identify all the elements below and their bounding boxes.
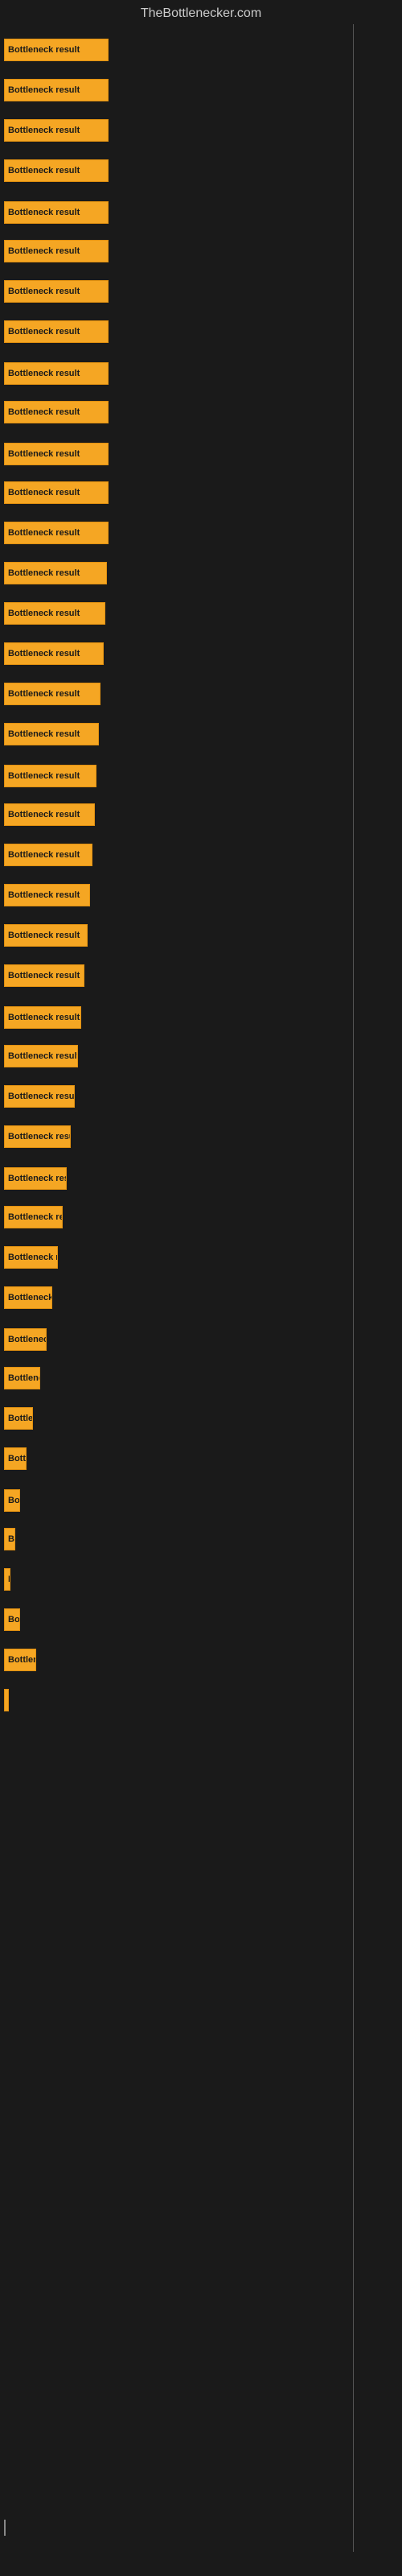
bar-label: Bottleneck result <box>8 890 80 900</box>
bar-item: Bottleneck result <box>4 481 109 504</box>
bar-item: Bottleneck result <box>4 642 104 665</box>
bar-label: Bottleneck result <box>8 1293 52 1302</box>
site-title: TheBottlenecker.com <box>0 0 402 24</box>
bar-item: Bottleneck result <box>4 362 109 385</box>
bar-item: Bottleneck result <box>4 1447 27 1470</box>
bar-label: Bottleneck result <box>8 126 80 135</box>
bar-label: Bottleneck result <box>8 609 80 618</box>
bar-label: Bottleneck result <box>8 1212 63 1222</box>
bar-label: Bottleneck result <box>8 1454 27 1463</box>
bar-label: Bottleneck result <box>8 85 80 95</box>
bar-label: Bottleneck result <box>8 1373 40 1383</box>
bar-item: Bottleneck result <box>4 39 109 61</box>
bar-label: Bottleneck result <box>8 208 80 217</box>
bar-item: Bottleneck result <box>4 119 109 142</box>
bar-item: Bottleneck result <box>4 1528 15 1550</box>
bar-item: Bottleneck result <box>4 1246 58 1269</box>
bar-item: Bottleneck result <box>4 1125 71 1148</box>
bar-item: Bottleneck result <box>4 803 95 826</box>
bar-item: Bottleneck result <box>4 1206 63 1228</box>
bar-label: Bottleneck result <box>8 568 80 578</box>
bar-label: Bottleneck result <box>8 449 80 459</box>
bar-item: Bottleneck result <box>4 964 84 987</box>
bar-item: Bottleneck result <box>4 1367 40 1389</box>
axis-line <box>353 24 354 2552</box>
bar-label: Bottleneck result <box>8 327 80 336</box>
bar-label: Bottleneck result <box>8 407 80 417</box>
bar-label: Bottleneck result <box>8 1496 20 1505</box>
bar-item: Bottleneck result <box>4 320 109 343</box>
bar-label: Bottleneck result <box>8 1092 75 1101</box>
bar-item: Bottleneck result <box>4 1649 36 1671</box>
bar-label: Bottleneck result <box>8 649 80 658</box>
bar-label: Bottleneck result <box>8 287 80 296</box>
bar-item: Bottleneck result <box>4 844 92 866</box>
bar-item: Bottleneck result <box>4 683 100 705</box>
bar-label: Bottleneck result <box>8 1615 20 1624</box>
chart-area: Bottleneck result Bottleneck result Bottle… <box>0 24 402 2552</box>
bar-label: Bottleneck result <box>8 1575 10 1584</box>
bar-item: Bottleneck result <box>4 884 90 906</box>
bar-item: Bottleneck result <box>4 159 109 182</box>
bar-item: Bottleneck result <box>4 924 88 947</box>
bar-item: Bottleneck result <box>4 723 99 745</box>
bar-item: Bottleneck result <box>4 401 109 423</box>
bar-label: Bottleneck result <box>8 971 80 980</box>
bar-item: Bottleneck result <box>4 280 109 303</box>
bar-label: Bottleneck result <box>8 1013 80 1022</box>
bar-item: Bottleneck result <box>4 1407 33 1430</box>
bar-item: Bottleneck result <box>4 1167 67 1190</box>
bar-item: Bottleneck result <box>4 1689 9 1711</box>
bar-label: Bottleneck result <box>8 1132 71 1141</box>
bar-item: Bottleneck result <box>4 201 109 224</box>
bar-label: Bottleneck result <box>8 1051 78 1061</box>
bar-label: Bottleneck result <box>8 369 80 378</box>
bar-item: Bottleneck result <box>4 602 105 625</box>
bar-label: Bottleneck result <box>8 246 80 256</box>
bar-label: Bottleneck result <box>8 771 80 781</box>
bar-label: Bottleneck result <box>8 1335 47 1344</box>
bar-label: Bottleneck result <box>8 1174 67 1183</box>
bar-item: Bottleneck result <box>4 765 96 787</box>
bar-label: Bottleneck result <box>8 1534 15 1544</box>
bar-label: Bottleneck result <box>8 1253 58 1262</box>
bar-item: Bottleneck result <box>4 1006 81 1029</box>
bar-item: Bottleneck result <box>4 562 107 584</box>
bar-item: Bottleneck result <box>4 1568 10 1591</box>
bar-item: Bottleneck result <box>4 522 109 544</box>
bar-label: Bottleneck result <box>8 45 80 55</box>
bar-item: Bottleneck result <box>4 79 109 101</box>
bar-item: Bottleneck result <box>4 240 109 262</box>
bar-label: Bottleneck result <box>8 810 80 819</box>
bar-label: Bottleneck result <box>8 1695 9 1705</box>
bar-item: Bottleneck result <box>4 1489 20 1512</box>
bar-label: Bottleneck result <box>8 931 80 940</box>
bar-label: Bottleneck result <box>8 689 80 699</box>
bar-item: Bottleneck result <box>4 1608 20 1631</box>
bar-item: Bottleneck result <box>4 1286 52 1309</box>
bar-item: Bottleneck result <box>4 1045 78 1067</box>
bar-label: Bottleneck result <box>8 1655 36 1665</box>
bar-label: Bottleneck result <box>8 488 80 497</box>
bar-label: Bottleneck result <box>8 1414 33 1423</box>
bar-item: Bottleneck result <box>4 1085 75 1108</box>
bottom-area <box>4 2520 6 2536</box>
bar-label: Bottleneck result <box>8 850 80 860</box>
bar-label: Bottleneck result <box>8 166 80 175</box>
bar-label: Bottleneck result <box>8 729 80 739</box>
bar-label: Bottleneck result <box>8 528 80 538</box>
bar-item: Bottleneck result <box>4 1328 47 1351</box>
bar-item: Bottleneck result <box>4 443 109 465</box>
